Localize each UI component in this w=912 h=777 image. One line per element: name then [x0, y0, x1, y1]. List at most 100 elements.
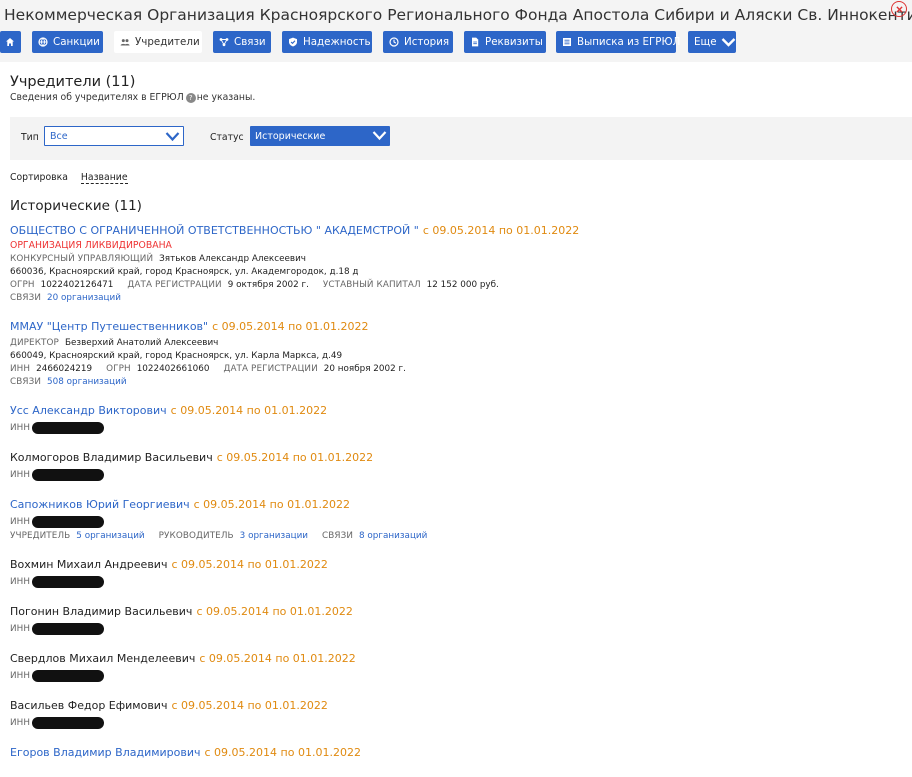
founder-period: с 09.05.2014 по 01.01.2022: [216, 451, 374, 464]
tab-label: Связи: [234, 36, 266, 48]
tab-home[interactable]: [0, 31, 21, 53]
founder-name-link[interactable]: Сапожников Юрий Георгиевич: [10, 498, 190, 511]
capital-value: 12 152 000 руб.: [426, 280, 499, 290]
founder-period: с 09.05.2014 по 01.01.2022: [204, 746, 361, 759]
redacted-inn: [32, 516, 105, 528]
inn-label: ИНН: [10, 718, 31, 728]
filter-panel: Тип Все Статус Исторические: [10, 117, 912, 160]
links-icon: [219, 38, 229, 47]
founder-name: Васильев Федор Ефимович: [10, 699, 168, 712]
chevron-down-icon: [165, 132, 180, 142]
founder-count-link[interactable]: 5 организаций: [76, 531, 144, 541]
document-icon: [472, 37, 479, 47]
inn-label: ИНН: [10, 470, 31, 480]
founder-name-link[interactable]: Егоров Владимир Владимирович: [10, 746, 201, 759]
status-select[interactable]: Исторические: [250, 126, 390, 146]
role-value: Зятьков Александр Алексеевич: [159, 254, 306, 264]
founder-name: Погонин Владимир Васильевич: [10, 605, 193, 618]
page-header: Некоммерческая Организация Красноярского…: [0, 0, 912, 62]
tab-egrul-extract[interactable]: Выписка из ЕГРЮЛ: [556, 31, 680, 53]
tab-label: История: [404, 36, 450, 48]
redacted-inn: [32, 623, 105, 635]
role-label: ДИРЕКТОР: [10, 338, 59, 348]
links-label: СВЯЗИ: [10, 377, 42, 387]
founders-title: Учредители (11): [10, 74, 136, 90]
founder-period: с 09.05.2014 по 01.01.2022: [170, 404, 328, 417]
list-icon: [563, 38, 571, 46]
chevron-down-icon: [372, 131, 387, 141]
type-select[interactable]: Все: [44, 126, 184, 146]
type-select-value: Все: [50, 130, 68, 142]
founder-name-link[interactable]: ММАУ "Центр Путешественников": [10, 320, 208, 333]
ogrn-value: 1022402126471: [40, 280, 114, 290]
founder-name-link[interactable]: Усс Александр Викторович: [10, 404, 167, 417]
sort-label: Сортировка: [10, 172, 68, 183]
tab-reliability[interactable]: Надежность: [282, 31, 372, 53]
tab-requisites[interactable]: Реквизиты: [464, 31, 546, 53]
inn-label: ИНН: [10, 577, 31, 587]
tab-founders[interactable]: Учредители: [114, 31, 202, 53]
type-filter-label: Тип: [21, 132, 39, 143]
list-item: ММАУ "Центр Путешественников" с 09.05.201…: [10, 320, 902, 387]
links-link[interactable]: 20 организаций: [47, 293, 121, 303]
address: 660049, Красноярский край, город Красноя…: [10, 351, 343, 361]
founder-period: с 09.05.2014 по 01.01.2022: [422, 224, 580, 237]
tab-links[interactable]: Связи: [213, 31, 271, 53]
status-filter-label: Статус: [210, 132, 244, 143]
founder-count-label: УЧРЕДИТЕЛЬ: [10, 531, 71, 541]
tab-bar: Санкции Учредители Связи Надежность Исто…: [0, 31, 912, 53]
reg-date-label: ДАТА РЕГИСТРАЦИИ: [127, 280, 222, 290]
help-icon[interactable]: ?: [185, 92, 196, 103]
clock-icon: [389, 37, 399, 47]
note-text: Сведения об учредителях в ЕГРЮЛ: [10, 92, 184, 103]
users-icon: [120, 39, 130, 46]
tab-sanctions[interactable]: Санкции: [32, 31, 103, 53]
links-label: СВЯЗИ: [10, 293, 42, 303]
close-icon[interactable]: [891, 1, 907, 17]
page-title: Некоммерческая Организация Красноярского…: [4, 6, 912, 24]
address: 660036, Красноярский край, город Красноя…: [10, 267, 359, 277]
tab-label: Реквизиты: [485, 36, 543, 48]
founder-period: с 09.05.2014 по 01.01.2022: [193, 498, 351, 511]
globe-icon: [38, 37, 48, 47]
list-item: Васильев Федор Ефимович с 09.05.2014 по 0…: [10, 699, 902, 729]
founder-name: Колмогоров Владимир Васильевич: [10, 451, 213, 464]
tab-label: Выписка из ЕГРЮЛ: [577, 36, 681, 48]
tab-more[interactable]: Еще: [688, 31, 736, 53]
ogrn-label: ОГРН: [10, 280, 35, 290]
links-link[interactable]: 508 организаций: [47, 377, 127, 387]
sort-by-name-link[interactable]: Название: [80, 172, 128, 184]
founders-note: Сведения об учредителях в ЕГРЮЛ ? не ука…: [10, 92, 902, 103]
founder-period: с 09.05.2014 по 01.01.2022: [171, 699, 328, 712]
head-count-link[interactable]: 3 организации: [240, 531, 308, 541]
redacted-inn: [32, 576, 105, 588]
inn-value: 2466024219: [36, 364, 93, 374]
list-item: Усс Александр Викторович с 09.05.2014 по …: [10, 404, 902, 434]
redacted-inn: [32, 422, 105, 434]
main-content: Учредители (11) Сведения об учредителях …: [0, 74, 912, 759]
inn-label: ИНН: [10, 364, 31, 374]
chevron-down-icon: [721, 38, 735, 47]
sort-bar: Сортировка Название: [10, 172, 902, 184]
inn-label: ИНН: [10, 423, 31, 433]
note-text: не указаны.: [196, 92, 256, 103]
ogrn-value: 1022402661060: [136, 364, 210, 374]
founder-name-link[interactable]: ОБЩЕСТВО С ОГРАНИЧЕННОЙ ОТВЕТСТВЕННОСТЬЮ…: [10, 224, 419, 237]
list-item: Егоров Владимир Владимирович с 09.05.2014…: [10, 746, 902, 759]
tab-label: Надежность: [303, 36, 371, 48]
links-link[interactable]: 8 организаций: [359, 531, 427, 541]
ogrn-label: ОГРН: [106, 364, 131, 374]
reg-date-value: 20 ноября 2002 г.: [323, 364, 406, 374]
tab-history[interactable]: История: [383, 31, 453, 53]
founder-period: с 09.05.2014 по 01.01.2022: [212, 320, 369, 333]
tab-label: Санкции: [53, 36, 100, 48]
inn-label: ИНН: [10, 671, 31, 681]
reg-date-value: 9 октября 2002 г.: [227, 280, 309, 290]
reg-date-label: ДАТА РЕГИСТРАЦИИ: [223, 364, 318, 374]
status-select-value: Исторические: [255, 130, 326, 142]
home-icon: [6, 38, 14, 46]
founder-name: Свердлов Михаил Менделеевич: [10, 652, 196, 665]
redacted-inn: [32, 717, 105, 729]
role-value: Безверхий Анатолий Алексеевич: [64, 338, 219, 348]
links-label: СВЯЗИ: [322, 531, 354, 541]
